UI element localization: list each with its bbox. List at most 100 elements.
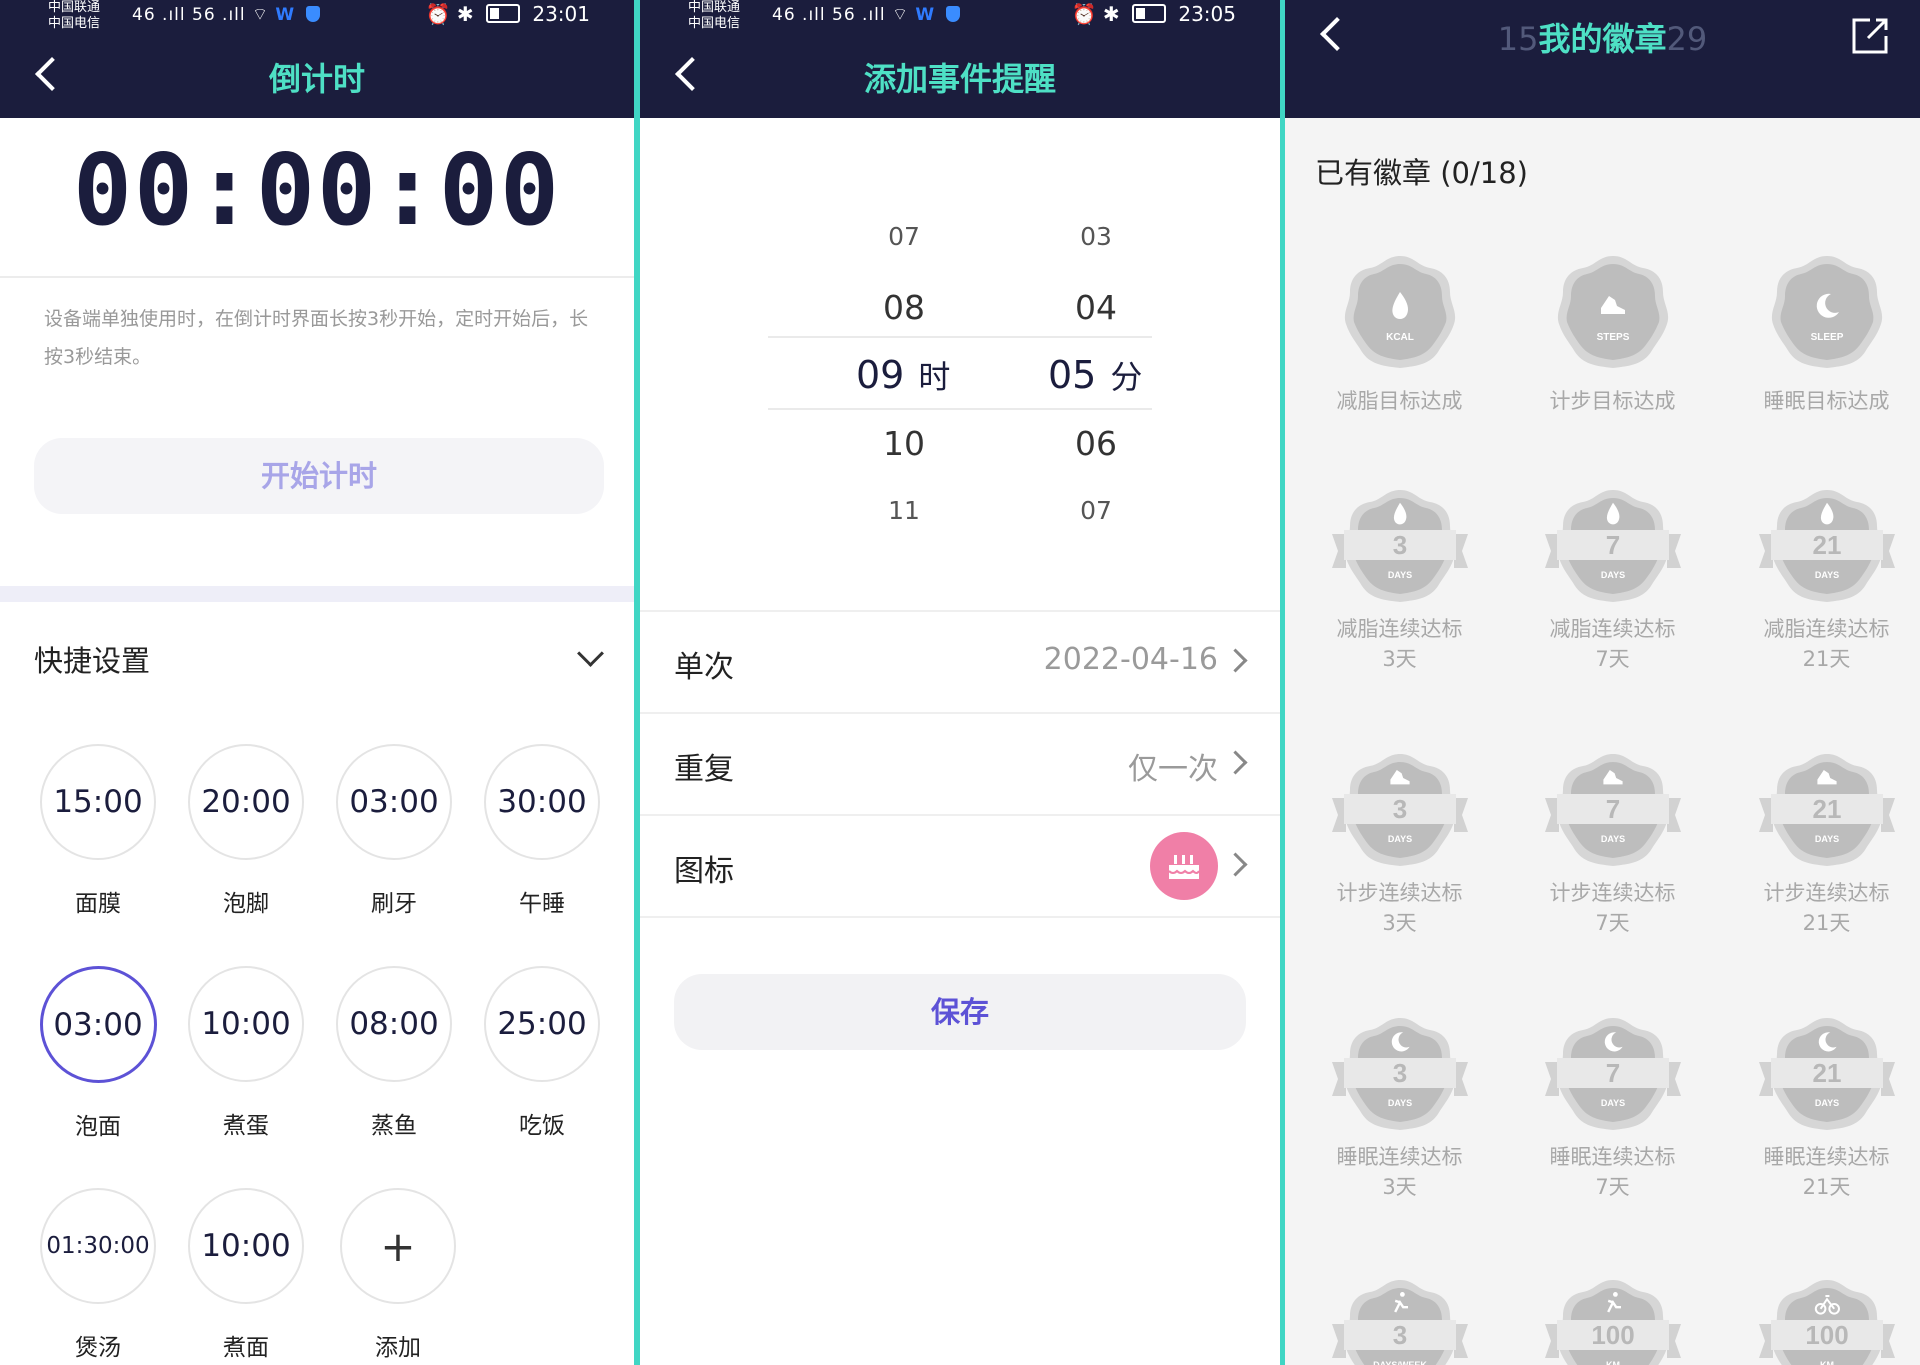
badge-item[interactable]: 3 DAYS/WEEK — [1293, 1276, 1506, 1365]
flame-streak-badge-icon: 21 DAYS — [1758, 490, 1895, 602]
preset-time: 30:00 — [484, 744, 600, 860]
svg-text:DAYS: DAYS — [1600, 1098, 1624, 1108]
svg-text:3: 3 — [1392, 1058, 1406, 1088]
preset-label: 面膜 — [75, 891, 121, 917]
preset-item[interactable]: 10:00 煮面 — [172, 1188, 320, 1362]
moon-streak-badge-icon: 21 DAYS — [1758, 1018, 1895, 1130]
badge-sublabel: 3天 — [1382, 1175, 1417, 1199]
badge-label: 减脂连续达标 — [1336, 617, 1463, 641]
badge-item[interactable]: 3 DAYS 减脂连续达标 3天 — [1293, 486, 1506, 674]
battery-icon — [1132, 4, 1166, 23]
preset-item[interactable]: 03:00 刷牙 — [320, 744, 468, 918]
badge-sublabel: 7天 — [1595, 1175, 1630, 1199]
badge-item[interactable]: SLEEP 睡眠目标达成 — [1720, 252, 1920, 416]
picker-value[interactable]: 04 — [1036, 288, 1156, 327]
start-timer-button[interactable]: 开始计时 — [34, 438, 604, 514]
chevron-down-icon[interactable] — [577, 640, 604, 667]
svg-text:100: 100 — [1805, 1320, 1848, 1350]
chevron-right-icon — [1223, 648, 1248, 673]
carrier-label: 中国电信 — [48, 16, 101, 31]
picker-value[interactable]: 10 — [844, 424, 964, 463]
badge-label: 睡眠连续达标 — [1549, 1145, 1676, 1169]
app-w-icon: W — [275, 5, 296, 25]
carrier-label: 中国电信 — [688, 16, 741, 31]
picker-value[interactable]: 08 — [844, 288, 964, 327]
badge-label: 减脂目标达成 — [1336, 389, 1463, 413]
picker-value[interactable]: 07 — [1036, 496, 1156, 525]
carrier-label: 中国联通 — [688, 0, 741, 15]
badge-item[interactable]: 100 KM — [1506, 1276, 1719, 1365]
page-title: 倒计时 — [268, 60, 365, 98]
usage-tip: 设备端单独使用时，在倒计时界面长按3秒开始，定时开始后，长按3秒结束。 — [44, 308, 589, 368]
repeat-value: 仅一次 — [1128, 752, 1218, 787]
status-bar: 中国联通 中国电信 46 .ıll 56 .ıll ⌔ W ⏰ ✱ 23:05 — [640, 0, 1280, 36]
picker-value[interactable]: 03 — [1036, 222, 1156, 251]
signal-icons: 46 .ıll 56 .ıll ⌔ W — [132, 4, 320, 25]
share-icon[interactable] — [1848, 14, 1892, 58]
repeat-row[interactable]: 重复 仅一次 — [640, 714, 1280, 816]
date-value: 2022-04-16 — [1043, 642, 1218, 677]
shield-icon — [945, 6, 960, 22]
chevron-right-icon — [1223, 750, 1248, 775]
preset-time: 08:00 — [336, 966, 452, 1082]
picker-value[interactable]: 11 — [844, 496, 964, 525]
badge-item[interactable]: 100 KM — [1720, 1276, 1920, 1365]
svg-text:SLEEP: SLEEP — [1810, 332, 1843, 343]
badge-item[interactable]: 21 DAYS 减脂连续达标 21天 — [1720, 486, 1920, 674]
picker-value[interactable]: 06 — [1036, 424, 1156, 463]
badge-label: 计步连续达标 — [1549, 881, 1676, 905]
preset-item[interactable]: 03:00 泡面 — [24, 966, 172, 1141]
flame-badge-icon: KCAL — [1344, 256, 1455, 368]
picker-number: 06 — [1075, 424, 1117, 463]
icon-row[interactable]: 图标 — [640, 816, 1280, 918]
preset-label: 煲汤 — [75, 1335, 121, 1361]
badge-item[interactable]: STEPS 计步目标达成 — [1506, 252, 1719, 416]
preset-label: 煮蛋 — [223, 1113, 269, 1139]
save-button[interactable]: 保存 — [674, 974, 1246, 1050]
svg-text:7: 7 — [1605, 530, 1619, 560]
preset-label: 煮面 — [223, 1335, 269, 1361]
badge-item[interactable]: KCAL 减脂目标达成 — [1293, 252, 1506, 416]
picker-selected-value[interactable]: 09 时 — [856, 352, 1016, 398]
svg-text:7: 7 — [1605, 1058, 1619, 1088]
preset-item[interactable]: 20:00 泡脚 — [172, 744, 320, 918]
badge-sublabel: 3天 — [1382, 911, 1417, 935]
preset-item[interactable]: 30:00 午睡 — [468, 744, 616, 918]
badge-count-label: 已有徽章 (0/18) — [1315, 156, 1528, 190]
preset-time: 10:00 — [188, 966, 304, 1082]
flame-streak-badge-icon: 7 DAYS — [1544, 490, 1681, 602]
badge-item[interactable]: 21 DAYS 计步连续达标 21天 — [1720, 750, 1920, 938]
preset-item[interactable]: 08:00 蒸鱼 — [320, 966, 468, 1140]
svg-text:DAYS: DAYS — [1600, 570, 1624, 580]
svg-text:21: 21 — [1812, 530, 1841, 560]
picker-number: 03 — [1080, 222, 1112, 251]
badge-item[interactable]: 7 DAYS 睡眠连续达标 7天 — [1506, 1014, 1719, 1202]
svg-text:DAYS: DAYS — [1814, 570, 1838, 580]
preset-time: 01:30:00 — [40, 1188, 156, 1304]
preset-item[interactable]: 15:00 面膜 — [24, 744, 172, 918]
badge-sublabel: 7天 — [1595, 647, 1630, 671]
svg-text:DAYS: DAYS — [1387, 1098, 1411, 1108]
header: 中国联通 中国电信 46 .ıll 56 .ıll ⌔ W ⏰ ✱ 23:05 … — [640, 0, 1280, 118]
preset-label: 吃饭 — [519, 1113, 565, 1139]
once-row[interactable]: 单次 2022-04-16 — [640, 612, 1280, 714]
picker-number: 11 — [888, 496, 920, 525]
title-ghost-text: 15 — [1497, 20, 1539, 58]
badge-item[interactable]: 21 DAYS 睡眠连续达标 21天 — [1720, 1014, 1920, 1202]
add-preset-button[interactable]: + 添加 — [324, 1188, 472, 1362]
badge-item[interactable]: 3 DAYS 计步连续达标 3天 — [1293, 750, 1506, 938]
wifi-icon: ⌔ — [252, 5, 270, 25]
preset-label: 刷牙 — [371, 891, 417, 917]
preset-item[interactable]: 25:00 吃饭 — [468, 966, 616, 1140]
preset-item[interactable]: 10:00 煮蛋 — [172, 966, 320, 1140]
picker-value[interactable]: 07 — [844, 222, 964, 251]
svg-text:21: 21 — [1812, 1058, 1841, 1088]
preset-time: 15:00 — [40, 744, 156, 860]
badge-item[interactable]: 3 DAYS 睡眠连续达标 3天 — [1293, 1014, 1506, 1202]
picker-selected-value[interactable]: 05 分 — [1048, 352, 1208, 398]
preset-item[interactable]: 01:30:00 煲汤 — [24, 1188, 172, 1362]
badge-item[interactable]: 7 DAYS 计步连续达标 7天 — [1506, 750, 1719, 938]
badge-item[interactable]: 7 DAYS 减脂连续达标 7天 — [1506, 486, 1719, 674]
svg-text:21: 21 — [1812, 794, 1841, 824]
battery-icon — [486, 4, 520, 23]
